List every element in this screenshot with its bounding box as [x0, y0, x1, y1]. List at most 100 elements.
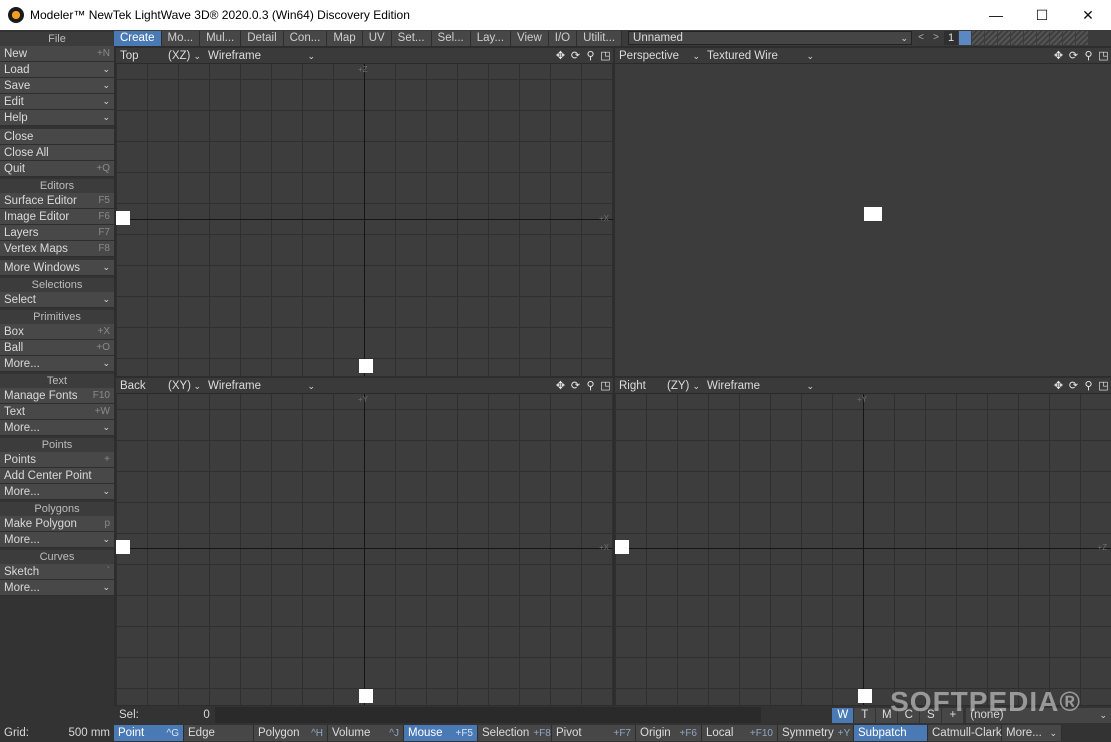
maximize-viewport-icon[interactable]: ◳ [598, 379, 613, 393]
tab-view[interactable]: View [511, 30, 549, 46]
mode-button-w[interactable]: W [832, 707, 854, 723]
layer-prev-button[interactable]: < [915, 31, 928, 45]
status-button-pivot[interactable]: Pivot +F7 [552, 725, 636, 741]
status-button-local[interactable]: Local +F10 [702, 725, 778, 741]
status-button-symmetry[interactable]: Symmetry +Y [778, 725, 854, 741]
status-button-volume[interactable]: Volume ^J [328, 725, 404, 741]
viewport-handle[interactable] [864, 207, 882, 221]
maximize-viewport-icon[interactable]: ◳ [598, 49, 613, 63]
view-type-select[interactable]: Perspective ⌄ [615, 49, 703, 63]
tab-sel[interactable]: Sel... [431, 30, 471, 46]
tab-map[interactable]: Map [327, 30, 363, 46]
tool-button-close-all[interactable]: Close All [0, 145, 114, 161]
tool-button-quit[interactable]: Quit +Q [0, 161, 114, 177]
move-icon[interactable]: ✥ [1051, 49, 1066, 63]
move-icon[interactable]: ✥ [553, 379, 568, 393]
status-button-catmull-clark[interactable]: Catmull-Clark [928, 725, 1002, 741]
mode-button-t[interactable]: T [854, 707, 876, 723]
zoom-icon[interactable]: ⚲ [1081, 379, 1096, 393]
rotate-icon[interactable]: ⟳ [568, 49, 583, 63]
viewport-handle[interactable] [359, 359, 373, 373]
tool-button-select[interactable]: Select ⌄ [0, 292, 114, 308]
maximize-viewport-icon[interactable]: ◳ [1096, 379, 1111, 393]
viewport-handle[interactable] [116, 540, 130, 554]
rotate-icon[interactable]: ⟳ [1066, 49, 1081, 63]
tool-button-ball[interactable]: Ball +O [0, 340, 114, 356]
minimize-button[interactable]: — [973, 0, 1019, 30]
viewport-back[interactable]: Back (XY) ⌄ Wireframe ⌄ ✥ ⟳ ⚲ ◳ +X +Y [116, 378, 613, 705]
tab-con[interactable]: Con... [283, 30, 328, 46]
tool-button-more-windows[interactable]: More Windows ⌄ [0, 260, 114, 276]
tool-button-surface-editor[interactable]: Surface Editor F5 [0, 193, 114, 209]
layer-slot[interactable] [985, 31, 998, 45]
tab-set[interactable]: Set... [391, 30, 432, 46]
tool-button-close[interactable]: Close [0, 129, 114, 145]
layer-slot[interactable] [1076, 31, 1089, 45]
tool-button-layers[interactable]: Layers F7 [0, 225, 114, 241]
tab-mul[interactable]: Mul... [200, 30, 242, 46]
tab-detail[interactable]: Detail [241, 30, 284, 46]
rotate-icon[interactable]: ⟳ [1066, 379, 1081, 393]
tab-utilit[interactable]: Utilit... [577, 30, 623, 46]
tool-button-add-center-point[interactable]: Add Center Point [0, 468, 114, 484]
layer-slot[interactable] [1063, 31, 1076, 45]
tool-button-save[interactable]: Save ⌄ [0, 78, 114, 94]
maximize-button[interactable]: ☐ [1019, 0, 1065, 30]
tool-button-load[interactable]: Load ⌄ [0, 62, 114, 78]
layer-slot[interactable] [1024, 31, 1037, 45]
tool-button-edit[interactable]: Edit ⌄ [0, 94, 114, 110]
status-button-edge[interactable]: Edge [184, 725, 254, 741]
viewport-handle[interactable] [359, 689, 373, 703]
view-type-select[interactable]: Back (XY) ⌄ [116, 379, 204, 393]
layer-next-button[interactable]: > [930, 31, 943, 45]
status-button-more[interactable]: More... ⌄ [1002, 725, 1062, 741]
tab-lay[interactable]: Lay... [470, 30, 512, 46]
tab-create[interactable]: Create [114, 30, 162, 46]
tab-i-o[interactable]: I/O [548, 30, 578, 46]
tool-button-sketch[interactable]: Sketch ` [0, 564, 114, 580]
viewport-right[interactable]: Right (ZY) ⌄ Wireframe ⌄ ✥ ⟳ ⚲ ◳ +Z +Y [615, 378, 1111, 705]
layer-slot[interactable] [1050, 31, 1063, 45]
tool-button-make-polygon[interactable]: Make Polygon p [0, 516, 114, 532]
render-mode-select[interactable]: Wireframe ⌄ [703, 379, 817, 393]
tool-button-image-editor[interactable]: Image Editor F6 [0, 209, 114, 225]
tool-button-box[interactable]: Box +X [0, 324, 114, 340]
layer-slot[interactable] [1011, 31, 1024, 45]
status-button-selection[interactable]: Selection +F8 [478, 725, 552, 741]
status-button-polygon[interactable]: Polygon ^H [254, 725, 328, 741]
viewport-handle[interactable] [116, 211, 130, 225]
move-icon[interactable]: ✥ [1051, 379, 1066, 393]
render-mode-select[interactable]: Wireframe ⌄ [204, 49, 318, 63]
tab-uv[interactable]: UV [362, 30, 392, 46]
viewport-handle[interactable] [615, 540, 629, 554]
tool-button-vertex-maps[interactable]: Vertex Maps F8 [0, 241, 114, 257]
zoom-icon[interactable]: ⚲ [1081, 49, 1096, 63]
maximize-viewport-icon[interactable]: ◳ [1096, 49, 1111, 63]
tool-button-text[interactable]: Text +W [0, 404, 114, 420]
status-button-mouse[interactable]: Mouse +F5 [404, 725, 478, 741]
rotate-icon[interactable]: ⟳ [568, 379, 583, 393]
tool-button-more[interactable]: More... ⌄ [0, 484, 114, 500]
move-icon[interactable]: ✥ [553, 49, 568, 63]
status-button-origin[interactable]: Origin +F6 [636, 725, 702, 741]
tab-mo[interactable]: Mo... [161, 30, 201, 46]
tool-button-more[interactable]: More... ⌄ [0, 356, 114, 372]
tool-button-manage-fonts[interactable]: Manage Fonts F10 [0, 388, 114, 404]
status-button-subpatch[interactable]: Subpatch [854, 725, 928, 741]
tool-button-more[interactable]: More... ⌄ [0, 420, 114, 436]
tool-button-help[interactable]: Help ⌄ [0, 110, 114, 126]
render-mode-select[interactable]: Wireframe ⌄ [204, 379, 318, 393]
zoom-icon[interactable]: ⚲ [583, 379, 598, 393]
tool-button-more[interactable]: More... ⌄ [0, 580, 114, 596]
view-type-select[interactable]: Right (ZY) ⌄ [615, 379, 703, 393]
layer-slot[interactable] [959, 31, 972, 45]
viewport-handle[interactable] [858, 689, 872, 703]
tool-button-more[interactable]: More... ⌄ [0, 532, 114, 548]
zoom-icon[interactable]: ⚲ [583, 49, 598, 63]
viewport-top[interactable]: Top (XZ) ⌄ Wireframe ⌄ ✥ ⟳ ⚲ ◳ +X +Z [116, 48, 613, 376]
view-type-select[interactable]: Top (XZ) ⌄ [116, 49, 204, 63]
object-select[interactable]: Unnamed ⌄ [628, 31, 913, 45]
layer-slot[interactable] [972, 31, 985, 45]
viewport-perspective[interactable]: Perspective ⌄ Textured Wire ⌄ ✥ ⟳ ⚲ ◳ [615, 48, 1111, 376]
render-mode-select[interactable]: Textured Wire ⌄ [703, 49, 817, 63]
